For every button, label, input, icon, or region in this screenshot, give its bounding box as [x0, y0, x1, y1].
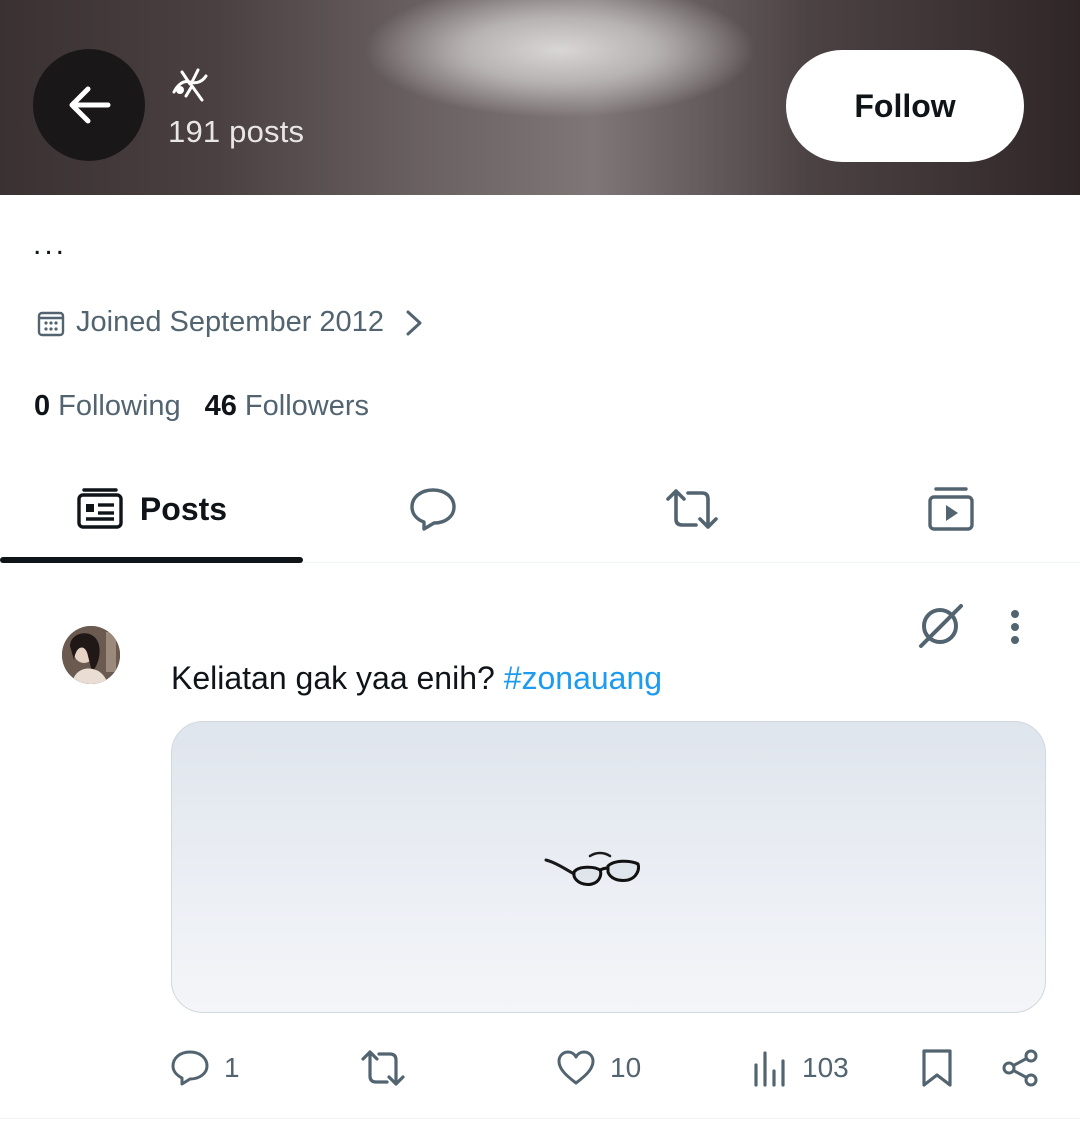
following-link[interactable]: 0 Following — [34, 390, 181, 423]
reply-icon — [171, 1050, 209, 1086]
post-body: Keliatan gak yaa enih? — [171, 660, 504, 696]
followers-label: Followers — [244, 390, 369, 422]
post-author-avatar[interactable] — [62, 626, 120, 684]
arrow-left-icon — [69, 86, 111, 124]
like-count: 10 — [610, 1052, 642, 1083]
posts-icon — [77, 488, 123, 529]
tab-reposts[interactable] — [563, 455, 821, 563]
tab-posts-label: Posts — [139, 490, 228, 527]
tab-posts[interactable]: Posts — [0, 455, 303, 563]
active-tab-indicator — [0, 557, 303, 563]
profile-tabs: Posts — [0, 455, 1080, 563]
like-button[interactable]: 10 — [556, 1040, 641, 1096]
followers-count: 46 — [204, 390, 237, 422]
repost-icon — [361, 1050, 405, 1086]
view-count: 103 — [802, 1052, 849, 1083]
post-hashtag-link[interactable]: #zonauang — [504, 660, 662, 696]
post-text: Keliatan gak yaa enih? #zonauang — [171, 660, 662, 697]
tab-replies[interactable] — [303, 455, 563, 563]
media-icon — [927, 487, 974, 531]
share-icon — [1002, 1049, 1038, 1087]
follow-stats: 0 Following 46 Followers — [34, 390, 369, 423]
posts-count: 191 posts — [168, 114, 305, 149]
post-actions: 1 10 103 — [170, 1040, 1042, 1096]
following-count: 0 — [34, 390, 51, 422]
reply-count: 1 — [224, 1052, 240, 1083]
follow-button[interactable]: Follow — [786, 50, 1024, 162]
share-button[interactable] — [1000, 1040, 1040, 1096]
bookmark-icon — [922, 1049, 952, 1087]
views-chart-icon — [754, 1051, 785, 1087]
post-media-image[interactable] — [171, 721, 1046, 1013]
reply-button[interactable]: 1 — [170, 1040, 240, 1096]
tab-media[interactable] — [821, 455, 1080, 563]
avatar-photo — [62, 626, 120, 684]
repost-button[interactable] — [360, 1040, 406, 1096]
back-button[interactable] — [33, 49, 145, 161]
heart-icon — [557, 1050, 595, 1085]
followers-link[interactable]: 46 Followers — [205, 390, 369, 423]
post-top-actions — [915, 600, 1023, 652]
bookmark-button[interactable] — [920, 1040, 954, 1096]
reply-icon — [410, 488, 456, 531]
repost-icon — [666, 489, 718, 529]
views-button[interactable]: 103 — [752, 1040, 849, 1096]
eyeglasses-image — [544, 851, 640, 886]
joined-date[interactable]: Joined September 2012 — [36, 306, 426, 339]
profile-bio: ... — [33, 228, 68, 261]
calendar-icon — [37, 311, 65, 336]
chevron-right-icon — [406, 310, 422, 335]
more-options-icon[interactable] — [1007, 606, 1023, 646]
following-label: Following — [58, 390, 181, 422]
joined-text: Joined September 2012 — [76, 306, 384, 338]
display-name-emoji-icon — [172, 68, 208, 102]
post-divider — [0, 1118, 1080, 1119]
grok-icon[interactable] — [915, 600, 967, 652]
